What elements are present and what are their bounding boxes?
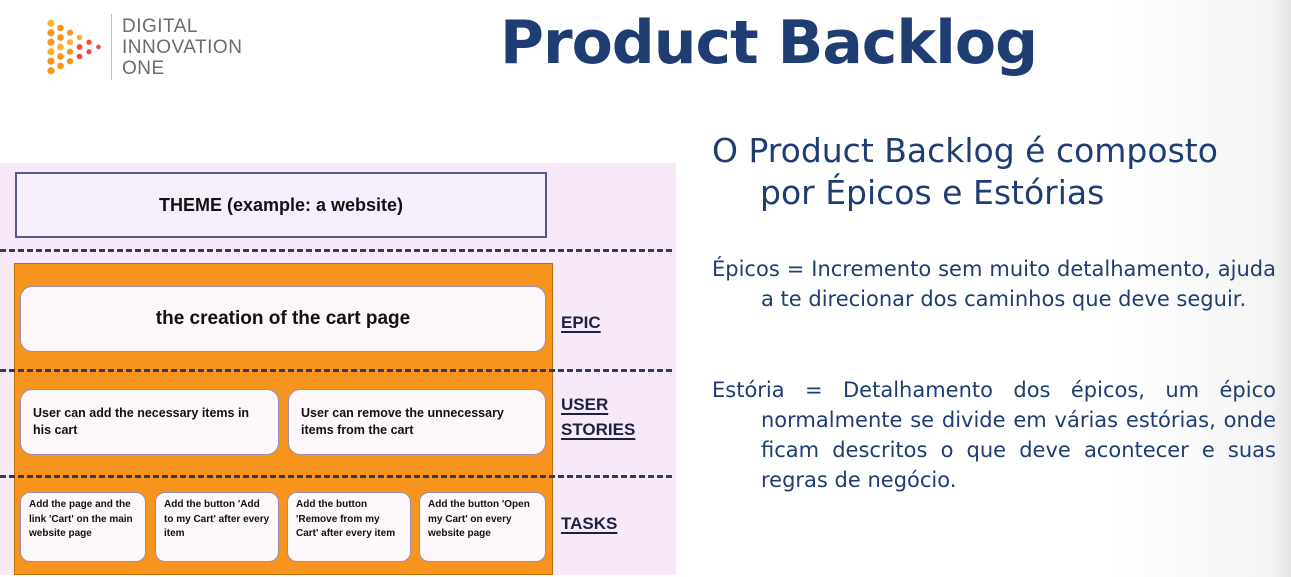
task-box: Add the button 'Remove from my Cart' aft…: [287, 492, 411, 562]
label-tasks: TASKS: [561, 514, 618, 533]
label-user: USER: [561, 395, 609, 414]
slide: DIGITAL INNOVATION ONE Product Backlog T…: [0, 0, 1291, 577]
definition-estoria: Estória = Detalhamento dos épicos, um ép…: [712, 378, 1276, 492]
brand-logo: DIGITAL INNOVATION ONE: [45, 14, 242, 80]
story-box: User can add the necessary items in his …: [20, 389, 279, 455]
divider-epic-overlay: [0, 369, 672, 372]
label-epic: EPIC: [561, 313, 601, 332]
theme-box: THEME (example: a website): [15, 172, 547, 238]
divider-theme: [0, 249, 672, 252]
divider-stories-overlay: [0, 475, 672, 478]
dio-logo-icon: [47, 19, 101, 75]
definition-epicos: Épicos = Incremento sem muito detalhamen…: [712, 257, 1276, 311]
backlog-hierarchy-diagram: THEME (example: a website) the creation …: [0, 163, 676, 575]
page-title: Product Backlog: [500, 8, 1038, 78]
task-box: Add the page and the link 'Cart' on the …: [20, 492, 146, 562]
task-box: Add the button 'Add to my Cart' after ev…: [155, 492, 279, 562]
story-box: User can remove the unnecessary items fr…: [288, 389, 546, 455]
label-stories: STORIES: [561, 420, 636, 439]
epic-box: the creation of the cart page: [20, 286, 546, 352]
task-box: Add the button 'Open my Cart' on every w…: [419, 492, 546, 562]
logo-line-innovation: INNOVATION: [122, 36, 243, 58]
logo-line-digital: DIGITAL: [122, 15, 198, 37]
logo-wordmark: DIGITAL INNOVATION ONE: [122, 16, 242, 79]
logo-line-one: ONE: [122, 57, 165, 79]
logo-divider: [111, 14, 112, 80]
section-heading: O Product Backlog é composto por Épicos …: [712, 131, 1218, 212]
